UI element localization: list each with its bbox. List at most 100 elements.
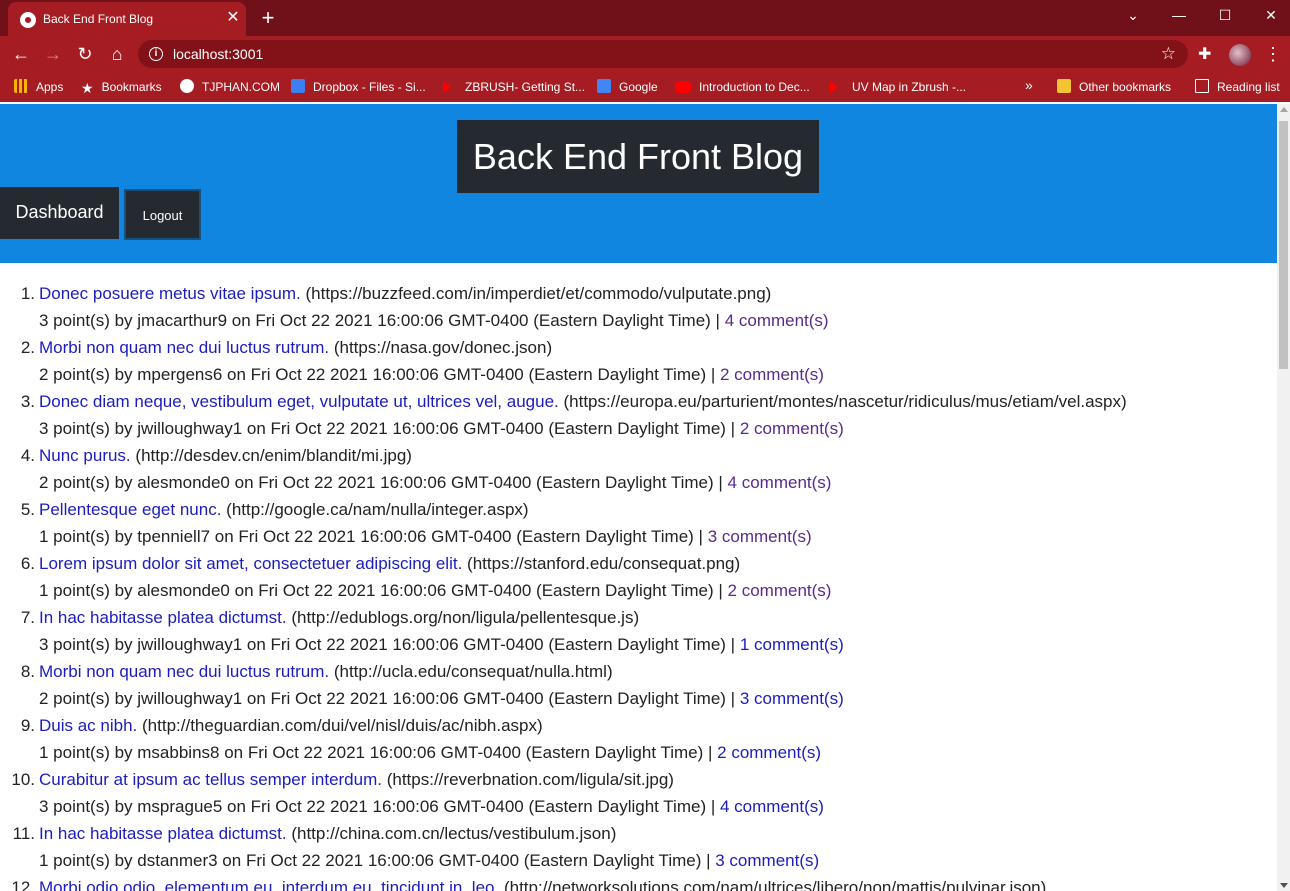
new-tab-icon[interactable]: + xyxy=(258,7,278,29)
post-title-link[interactable]: In hac habitasse platea dictumst. xyxy=(39,608,287,627)
post-headline: Nunc purus. (http://desdev.cn/enim/bland… xyxy=(39,446,412,466)
browser-toolbar: ← → ↻ ⌂ i localhost:3001 ☆ ✚ ⋮ xyxy=(0,36,1290,72)
post-title-link[interactable]: Curabitur at ipsum ac tellus semper inte… xyxy=(39,770,382,789)
post-title-link[interactable]: In hac habitasse platea dictumst. xyxy=(39,824,287,843)
post-meta: 3 point(s) by jmacarthur9 on Fri Oct 22 … xyxy=(39,311,829,331)
post-title-link[interactable]: Donec diam neque, vestibulum eget, vulpu… xyxy=(39,392,559,411)
logout-button[interactable]: Logout xyxy=(124,189,201,240)
post-comments-link[interactable]: 2 comment(s) xyxy=(740,419,844,438)
post-comments-link[interactable]: 3 comment(s) xyxy=(708,527,812,546)
kebab-menu-icon[interactable]: ⋮ xyxy=(1264,44,1282,64)
post-comments-link[interactable]: 1 comment(s) xyxy=(740,635,844,654)
bookmark-zbrush[interactable]: ZBRUSH- Getting St... xyxy=(443,79,585,97)
post-title-link[interactable]: Pellentesque eget nunc. xyxy=(39,500,221,519)
post-headline: Lorem ipsum dolor sit amet, consectetuer… xyxy=(39,554,740,574)
bookmark-tjphan[interactable]: TJPHAN.COM xyxy=(180,79,280,97)
post-comments-link[interactable]: 2 comment(s) xyxy=(717,743,821,762)
post-number: 9. xyxy=(20,716,35,735)
site-header: Back End Front Blog Dashboard Logout xyxy=(0,104,1277,263)
google-icon xyxy=(597,79,611,93)
extensions-puzzle-icon[interactable]: ✚ xyxy=(1198,44,1211,64)
bookmark-label: TJPHAN.COM xyxy=(202,80,280,94)
bookmark-uvmap[interactable]: UV Map in Zbrush -... xyxy=(830,79,966,97)
post-title-link[interactable]: Morbi non quam nec dui luctus rutrum. xyxy=(39,338,329,357)
tab-title: Back End Front Blog xyxy=(43,12,154,26)
post-meta: 3 point(s) by jwilloughway1 on Fri Oct 2… xyxy=(39,635,844,655)
bookmark-other[interactable]: Other bookmarks xyxy=(1057,79,1171,97)
post-meta: 1 point(s) by tpenniell7 on Fri Oct 22 2… xyxy=(39,527,812,547)
page-scrollbar[interactable] xyxy=(1277,104,1290,891)
star-icon: ★ xyxy=(81,80,94,96)
scroll-up-arrow-icon[interactable] xyxy=(1280,107,1288,112)
post-meta-text: 2 point(s) by mpergens6 on Fri Oct 22 20… xyxy=(39,365,716,384)
bookmark-google[interactable]: Google xyxy=(597,79,658,97)
post-meta: 2 point(s) by mpergens6 on Fri Oct 22 20… xyxy=(39,365,824,385)
post-comments-link[interactable]: 3 comment(s) xyxy=(715,851,819,870)
url-text[interactable]: localhost:3001 xyxy=(173,46,263,62)
post-item: 5. Pellentesque eget nunc. (http://google… xyxy=(0,498,1277,552)
post-item: 9. Duis ac nibh. (http://theguardian.com/… xyxy=(0,714,1277,768)
post-headline: Morbi odio odio, elementum eu, interdum … xyxy=(39,878,1046,891)
post-meta: 2 point(s) by alesmonde0 on Fri Oct 22 2… xyxy=(39,473,831,493)
bookmark-dropbox[interactable]: Dropbox - Files - Si... xyxy=(291,79,426,97)
post-number: 5. xyxy=(20,500,35,519)
post-comments-link[interactable]: 2 comment(s) xyxy=(720,365,824,384)
close-window-icon[interactable]: ✕ xyxy=(1248,0,1290,30)
back-arrow-icon[interactable]: ← xyxy=(9,43,33,65)
post-meta: 1 point(s) by dstanmer3 on Fri Oct 22 20… xyxy=(39,851,819,871)
post-title-link[interactable]: Nunc purus. xyxy=(39,446,131,465)
info-icon[interactable]: i xyxy=(149,47,163,61)
reload-icon[interactable]: ↻ xyxy=(73,43,97,65)
bookmark-bookmarks[interactable]: ★ Bookmarks xyxy=(81,79,162,97)
browser-tabstrip: Back End Front Blog ✕ + ⌄ — ☐ ✕ xyxy=(0,0,1290,36)
post-title-link[interactable]: Morbi odio odio, elementum eu, interdum … xyxy=(39,878,499,891)
bookmark-apps[interactable]: Apps xyxy=(14,79,63,97)
address-bar[interactable]: i localhost:3001 ☆ xyxy=(138,40,1188,68)
post-comments-link[interactable]: 2 comment(s) xyxy=(728,581,832,600)
post-title-link[interactable]: Duis ac nibh. xyxy=(39,716,137,735)
post-comments-link[interactable]: 4 comment(s) xyxy=(720,797,824,816)
post-meta-text: 3 point(s) by jmacarthur9 on Fri Oct 22 … xyxy=(39,311,720,330)
minimize-icon[interactable]: — xyxy=(1156,0,1202,30)
post-url: (http://edublogs.org/non/ligula/pellente… xyxy=(291,608,640,627)
post-meta-text: 1 point(s) by dstanmer3 on Fri Oct 22 20… xyxy=(39,851,711,870)
post-title-link[interactable]: Lorem ipsum dolor sit amet, consectetuer… xyxy=(39,554,462,573)
page-content: Back End Front Blog Dashboard Logout 1. D… xyxy=(0,104,1277,891)
post-url: (https://nasa.gov/donec.json) xyxy=(333,338,553,357)
chevron-down-icon[interactable]: ⌄ xyxy=(1110,0,1156,30)
close-tab-icon[interactable]: ✕ xyxy=(224,9,242,27)
post-meta-text: 2 point(s) by alesmonde0 on Fri Oct 22 2… xyxy=(39,473,723,492)
post-title-link[interactable]: Donec posuere metus vitae ipsum. xyxy=(39,284,301,303)
site-title[interactable]: Back End Front Blog xyxy=(457,120,819,193)
post-headline: In hac habitasse platea dictumst. (http:… xyxy=(39,608,639,628)
post-comments-link[interactable]: 4 comment(s) xyxy=(728,473,832,492)
post-item: 6. Lorem ipsum dolor sit amet, consectetu… xyxy=(0,552,1277,606)
bookmark-star-icon[interactable]: ☆ xyxy=(1161,44,1176,64)
bookmarks-overflow-icon[interactable]: » xyxy=(1025,77,1033,95)
post-number: 4. xyxy=(20,446,35,465)
maximize-icon[interactable]: ☐ xyxy=(1202,0,1248,30)
folder-icon xyxy=(1057,79,1071,93)
bookmark-label: Reading list xyxy=(1217,80,1280,94)
scrollbar-thumb[interactable] xyxy=(1279,121,1288,369)
post-item: 3. Donec diam neque, vestibulum eget, vul… xyxy=(0,390,1277,444)
post-number: 11. xyxy=(12,824,35,843)
youtube-icon xyxy=(675,81,691,93)
dropbox-icon xyxy=(291,79,305,93)
forward-arrow-icon[interactable]: → xyxy=(41,43,65,65)
post-url: (http://theguardian.com/dui/vel/nisl/dui… xyxy=(142,716,543,735)
post-comments-link[interactable]: 4 comment(s) xyxy=(725,311,829,330)
post-headline: Morbi non quam nec dui luctus rutrum. (h… xyxy=(39,662,613,682)
post-meta-text: 1 point(s) by msabbins8 on Fri Oct 22 20… xyxy=(39,743,713,762)
bookmark-label: Bookmarks xyxy=(101,80,162,94)
dashboard-button[interactable]: Dashboard xyxy=(0,187,119,239)
bookmark-introduction[interactable]: Introduction to Dec... xyxy=(675,79,810,97)
reading-list[interactable]: Reading list xyxy=(1195,79,1280,97)
post-comments-link[interactable]: 3 comment(s) xyxy=(740,689,844,708)
browser-tab[interactable]: Back End Front Blog ✕ xyxy=(8,2,246,36)
profile-avatar[interactable] xyxy=(1229,44,1251,66)
scroll-down-arrow-icon[interactable] xyxy=(1280,883,1288,888)
home-icon[interactable]: ⌂ xyxy=(105,43,129,65)
bookmark-label: Other bookmarks xyxy=(1079,80,1172,94)
post-title-link[interactable]: Morbi non quam nec dui luctus rutrum. xyxy=(39,662,329,681)
